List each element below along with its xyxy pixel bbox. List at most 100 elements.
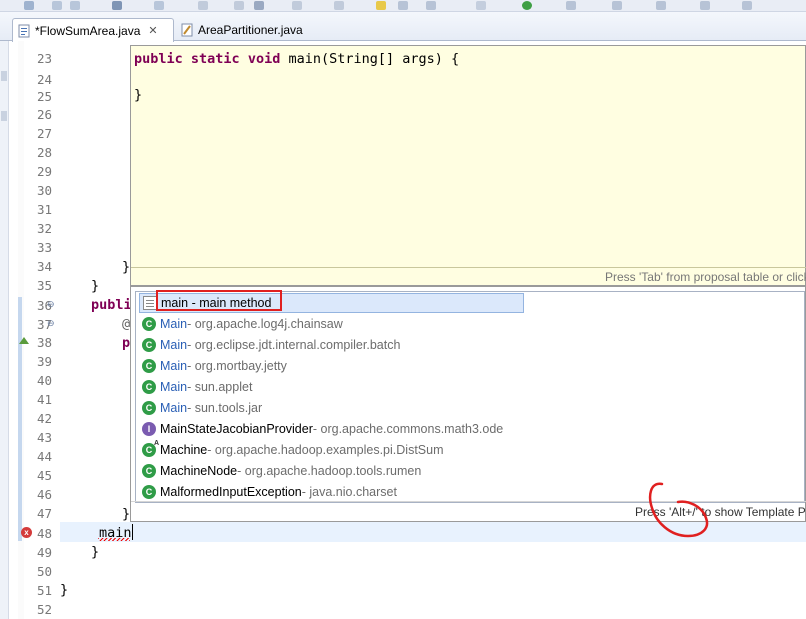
toolbar-icon[interactable]	[656, 1, 666, 10]
proposal-item[interactable]: Main - org.eclipse.jdt.internal.compiler…	[139, 335, 559, 355]
template-preview-popup: public static void main(String[] args) {…	[130, 45, 806, 286]
line-number: 23	[36, 51, 52, 66]
toolbar-icon[interactable]	[742, 1, 752, 10]
preview-footer: Press 'Tab' from proposal table or click	[131, 267, 806, 286]
proposal-qualifier: - org.apache.log4j.chainsaw	[187, 317, 343, 331]
proposal-qualifier: - sun.applet	[187, 380, 253, 394]
proposal-qualifier: - sun.tools.jar	[187, 401, 263, 415]
class-icon	[142, 359, 156, 373]
toolbar-icon[interactable]	[612, 1, 622, 10]
line-number: 35	[36, 278, 52, 293]
preview-hint: Press 'Tab' from proposal table or click	[605, 270, 806, 284]
run-icon[interactable]	[522, 1, 532, 10]
code-line-36: publi	[91, 297, 132, 313]
code-line-37: @	[122, 316, 131, 332]
proposal-item[interactable]: MalformedInputException - java.nio.chars…	[139, 482, 559, 502]
search-icon[interactable]	[112, 1, 122, 10]
toolbar-icon[interactable]	[426, 1, 436, 10]
line-number: 31	[36, 202, 52, 217]
line-number: 52	[36, 602, 52, 617]
line-number: 27	[36, 126, 52, 141]
proposal-qualifier: - org.apache.hadoop.examples.pi.DistSum	[207, 443, 444, 457]
proposal-qualifier: - java.nio.charset	[301, 485, 397, 499]
class-icon	[142, 317, 156, 331]
tab-label: *FlowSumArea.java	[35, 23, 141, 38]
class-icon	[142, 401, 156, 415]
proposal-item[interactable]: Main - org.mortbay.jetty	[139, 356, 559, 376]
proposal-item[interactable]: MachineNode - org.apache.hadoop.tools.ru…	[139, 461, 559, 481]
line-number: 40	[36, 373, 52, 388]
line-number: 49	[36, 545, 52, 560]
proposal-name: Main	[160, 380, 188, 394]
proposal-name: MachineNode	[160, 464, 238, 478]
class-icon	[142, 338, 156, 352]
tab-flowsumarea[interactable]: *FlowSumArea.java ✕	[12, 18, 174, 42]
code-line-34: }	[122, 259, 131, 275]
line-number: 32	[36, 221, 52, 236]
tab-areapartitioner[interactable]: AreaPartitioner.java	[176, 19, 316, 41]
code-line-47: }	[122, 506, 131, 522]
toolbar-icon[interactable]	[700, 1, 710, 10]
toolbar-icon[interactable]	[198, 1, 208, 10]
proposal-name: Main	[160, 401, 188, 415]
proposal-name: Main	[160, 317, 188, 331]
error-icon[interactable]: x	[21, 527, 32, 538]
toolbar-icon[interactable]	[398, 1, 408, 10]
override-arrow-icon	[19, 337, 29, 344]
toolbar-icon[interactable]	[70, 1, 80, 10]
line-number: 39	[36, 354, 52, 369]
proposal-qualifier: - org.apache.hadoop.tools.rumen	[237, 464, 422, 478]
toolbar-icon[interactable]	[52, 1, 62, 10]
toolbar-icon[interactable]	[292, 1, 302, 10]
proposal-name: Main	[160, 359, 188, 373]
code-line-49: }	[91, 544, 100, 560]
preview-line-1: public static void main(String[] args) {	[134, 50, 459, 69]
text-caret	[132, 524, 133, 540]
line-number: 33	[36, 240, 52, 255]
abstract-class-icon	[142, 440, 159, 457]
fold-collapse-icon[interactable]: ⊖	[47, 318, 55, 329]
toolbar-icon[interactable]	[254, 1, 264, 10]
keyword: public	[134, 51, 183, 67]
interface-icon	[142, 422, 156, 436]
java-file-icon	[180, 23, 194, 37]
code-line-51: }	[60, 582, 69, 598]
toolbar-icon[interactable]	[234, 1, 244, 10]
proposal-qualifier: - org.apache.commons.math3.ode	[312, 422, 504, 436]
toolbar-icon[interactable]	[24, 1, 34, 10]
toolbar-icon[interactable]	[476, 1, 486, 10]
proposal-item[interactable]: Machine - org.apache.hadoop.examples.pi.…	[139, 440, 559, 460]
line-number: 25	[36, 89, 52, 104]
proposal-item[interactable]: Main - org.apache.log4j.chainsaw	[139, 314, 559, 334]
class-icon	[142, 485, 156, 499]
preview-signature: main(String[] args) {	[280, 51, 460, 67]
proposal-name: MainStateJacobianProvider	[160, 422, 313, 436]
line-number: 28	[36, 145, 52, 160]
toolbar-icon[interactable]	[566, 1, 576, 10]
main-toolbar	[0, 0, 806, 12]
proposal-qualifier: - org.mortbay.jetty	[187, 359, 287, 373]
code-line-38: p	[122, 335, 131, 351]
toolbar-icon[interactable]	[334, 1, 344, 10]
proposal-item[interactable]: Main - sun.tools.jar	[139, 398, 559, 418]
class-icon	[142, 380, 156, 394]
fold-collapse-icon[interactable]: ⊖	[47, 299, 55, 310]
toolbar-icon[interactable]	[154, 1, 164, 10]
proposal-list[interactable]: main - main method Main - org.apache.log…	[135, 291, 805, 503]
keyword: void	[247, 51, 281, 67]
line-number: 44	[36, 449, 52, 464]
java-file-icon	[17, 24, 31, 38]
mark-occurrences-icon[interactable]	[376, 1, 386, 10]
line-number: 46	[36, 487, 52, 502]
proposal-item[interactable]: Main - sun.applet	[139, 377, 559, 397]
line-number: 45	[36, 468, 52, 483]
proposal-item[interactable]: MainStateJacobianProvider - org.apache.c…	[139, 419, 559, 439]
close-icon[interactable]: ✕	[148, 24, 157, 37]
line-number: 26	[36, 107, 52, 122]
line-number: 50	[36, 564, 52, 579]
proposal-name: Machine	[160, 443, 208, 457]
line-number: 29	[36, 164, 52, 179]
preview-line-2: }	[134, 87, 143, 103]
proposal-name: Main	[160, 338, 188, 352]
highlight-box-annotation	[156, 290, 282, 311]
